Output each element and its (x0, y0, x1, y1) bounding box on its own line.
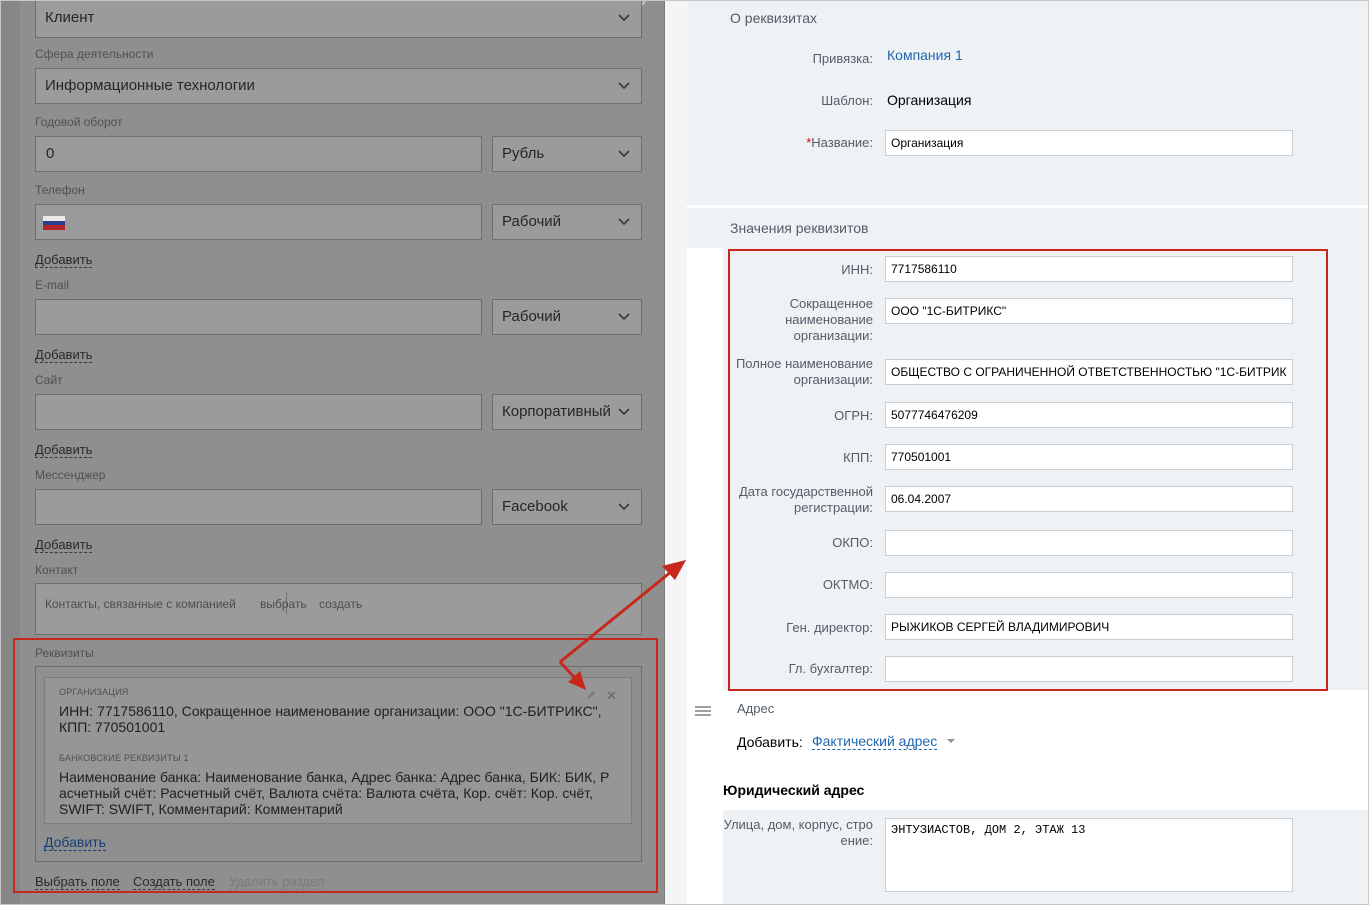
name-label: *Название: (785, 135, 873, 151)
currency-value: Рубль (502, 145, 545, 162)
phone-label: Телефон (35, 183, 85, 197)
panel-gutter (665, 0, 687, 905)
chevron-down-icon (618, 503, 630, 511)
chevron-down-icon (618, 313, 630, 321)
site-input[interactable] (35, 394, 482, 430)
contact-create-link[interactable]: создать (319, 597, 362, 611)
add-actual-address-link[interactable]: Фактический адрес (812, 733, 938, 750)
russia-flag-icon[interactable] (43, 216, 65, 230)
email-type-select[interactable]: Рабочий (492, 299, 642, 335)
contact-select-link[interactable]: выбрать (260, 597, 307, 611)
messenger-type-value: Facebook (502, 498, 568, 515)
revenue-input[interactable]: 0 (35, 136, 482, 172)
email-label: E-mail (35, 278, 70, 292)
drag-handle-icon[interactable] (695, 706, 711, 716)
values-highlight-box (728, 249, 1328, 691)
add-messenger-link[interactable]: Добавить (35, 538, 93, 553)
binding-label: Привязка: (812, 51, 873, 66)
street-label-1: Улица, дом, корпус, стро (723, 817, 873, 832)
add-email-link[interactable]: Добавить (35, 348, 93, 363)
street-label-2: ение: (840, 833, 873, 848)
revenue-label: Годовой оборот (35, 115, 123, 129)
template-label: Шаблон: (821, 93, 873, 108)
add-address-label: Добавить: (737, 734, 803, 750)
add-phone-link[interactable]: Добавить (35, 253, 93, 268)
site-label: Сайт (35, 373, 63, 387)
street-label: Улица, дом, корпус, стро ение: (705, 817, 873, 849)
currency-select[interactable]: Рубль (492, 136, 642, 172)
contact-placeholder: Контакты, связанные с компанией (45, 597, 236, 611)
name-label-text: Название: (811, 135, 873, 150)
chevron-down-icon (618, 150, 630, 158)
chevron-down-icon (618, 218, 630, 226)
chevron-down-icon (618, 408, 630, 416)
email-type-value: Рабочий (502, 308, 562, 325)
email-input[interactable] (35, 299, 482, 335)
messenger-label: Мессенджер (35, 468, 106, 482)
industry-select[interactable]: Информационные технологии (35, 68, 642, 104)
caret-down-icon[interactable] (947, 739, 955, 743)
phone-input[interactable] (35, 204, 482, 240)
about-title: О реквизитах (730, 10, 818, 26)
industry-value: Информационные технологии (45, 77, 255, 94)
phone-type-value: Рабочий (502, 213, 562, 230)
industry-label: Сфера деятельности (35, 47, 154, 61)
template-value: Организация (887, 92, 972, 108)
company-type-value: Клиент (45, 9, 95, 26)
contact-label: Контакт (35, 563, 79, 577)
legal-address-title: Юридический адрес (723, 782, 865, 798)
chevron-down-icon (618, 14, 630, 22)
street-textarea[interactable]: ЭНТУЗИАСТОВ, ДОМ 2, ЭТАЖ 13 (885, 818, 1293, 892)
phone-type-select[interactable]: Рабочий (492, 204, 642, 240)
address-title: Адрес (737, 701, 775, 716)
add-site-link[interactable]: Добавить (35, 443, 93, 458)
site-type-select[interactable]: Корпоративный (492, 394, 642, 430)
chevron-down-icon (618, 82, 630, 90)
contact-field[interactable]: Контакты, связанные с компанией выбрать … (35, 583, 642, 635)
name-input[interactable]: Организация (885, 130, 1293, 156)
requisites-highlight-box (13, 638, 658, 893)
messenger-input[interactable] (35, 489, 482, 525)
messenger-type-select[interactable]: Facebook (492, 489, 642, 525)
company-type-select[interactable]: Клиент (35, 0, 642, 38)
values-title: Значения реквизитов (730, 220, 869, 236)
site-type-value: Корпоративный (502, 403, 611, 420)
binding-company-link[interactable]: Компания 1 (887, 47, 963, 63)
